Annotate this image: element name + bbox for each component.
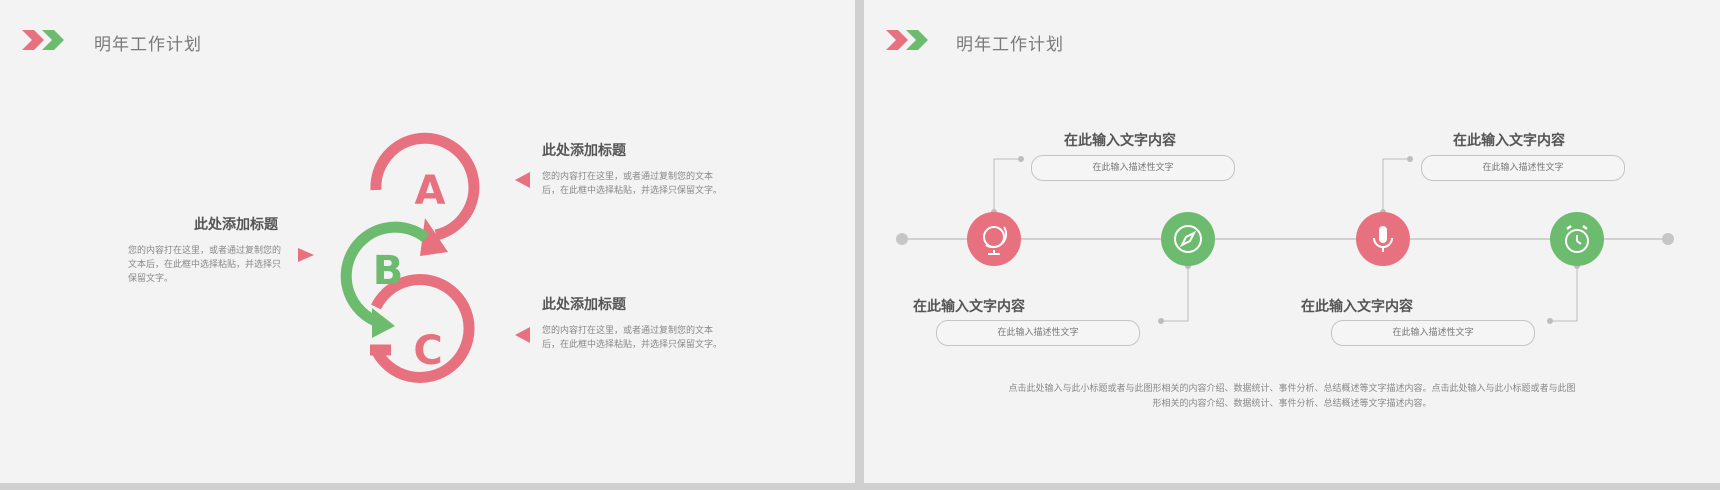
microphone-icon	[1373, 226, 1393, 252]
item-1-desc: 在此输入描述性文字	[1031, 155, 1235, 181]
item-4-title: 在此输入文字内容	[1301, 299, 1413, 315]
footer-text-1: 点击此处输入与此小标题或者与此图形相关的内容介绍、数据统计、事件分析、总结概述等…	[1008, 384, 1576, 394]
slide-2: 明年工作计划 在此输入文字内容 在此输入描述性文字 在此输入文字内容 在此输入描…	[864, 0, 1720, 483]
right-top-text-2: 后，在此框中选择粘贴，并选择只保留文字。	[542, 186, 723, 196]
item-2-title: 在此输入文字内容	[913, 299, 1025, 315]
right-bottom-text-1: 您的内容打在这里，或者通过复制您的文本	[542, 326, 714, 336]
letter-c: C	[413, 328, 443, 374]
pointer-top-right	[515, 172, 530, 188]
alarm-clock-icon	[1565, 225, 1589, 253]
item-4-node	[1550, 212, 1604, 266]
letter-a: A	[414, 168, 446, 214]
right-top-title: 此处添加标题	[542, 143, 626, 159]
item-1-node	[967, 212, 1021, 266]
item-3-title: 在此输入文字内容	[1453, 133, 1565, 149]
right-bottom-title: 此处添加标题	[542, 297, 626, 313]
slide-1: 明年工作计划 A B C 此处添加标题 您的内容打在这里，或者通过复制您的文本后…	[0, 0, 855, 483]
left-block-title: 此处添加标题	[194, 217, 278, 233]
item-3-desc: 在此输入描述性文字	[1421, 155, 1625, 181]
globe-icon	[983, 226, 1008, 255]
compass-icon	[1174, 225, 1202, 253]
pointer-left	[298, 248, 314, 262]
left-block-text: 您的内容打在这里，或者通过复制您的文本后，在此框中选择粘贴，并选择只保留文字。	[128, 246, 282, 284]
item-4-desc: 在此输入描述性文字	[1331, 320, 1535, 346]
letter-b: B	[372, 248, 404, 294]
item-3-node	[1356, 212, 1410, 266]
footer-text-2: 形相关的内容介绍、数据统计、事件分析、总结概述等文字描述内容。	[1152, 399, 1432, 409]
item-2-desc: 在此输入描述性文字	[936, 320, 1140, 346]
pointer-bottom-right	[515, 327, 530, 343]
abc-cycle-diagram	[298, 132, 530, 383]
arrow-b	[372, 308, 395, 338]
item-1-title: 在此输入文字内容	[1064, 133, 1176, 149]
right-top-text-1: 您的内容打在这里，或者通过复制您的文本	[542, 172, 714, 182]
item-2-node	[1161, 212, 1215, 266]
right-bottom-text-2: 后，在此框中选择粘贴，并选择只保留文字。	[542, 340, 723, 350]
